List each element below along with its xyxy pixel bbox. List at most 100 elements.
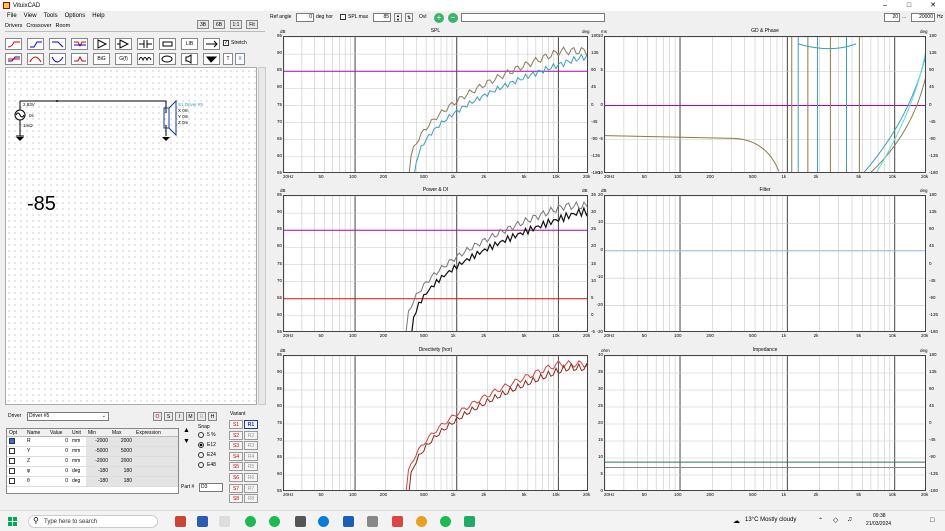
- variant-r2-button[interactable]: R2: [244, 430, 258, 440]
- freq-max-field[interactable]: 20000: [911, 13, 935, 22]
- menu-help[interactable]: Help: [92, 13, 104, 19]
- spl-graph[interactable]: [283, 36, 588, 173]
- maximize-button[interactable]: □: [897, 0, 921, 11]
- menu-options[interactable]: Options: [65, 13, 86, 19]
- cell-max[interactable]: 180: [110, 467, 134, 476]
- dir-graph[interactable]: [283, 355, 588, 491]
- close-button[interactable]: ✕: [921, 0, 945, 11]
- powerpoint-icon[interactable]: [175, 516, 186, 527]
- r-button[interactable]: R: [197, 412, 206, 421]
- table-row[interactable]: R 0 mm -2000 2000: [7, 437, 178, 447]
- cell-expression[interactable]: [134, 477, 178, 486]
- table-row[interactable]: Z 0 mm -2000 2000: [7, 457, 178, 467]
- cell-opt[interactable]: [7, 457, 25, 466]
- tab-crossover[interactable]: Crossover: [26, 23, 51, 29]
- tray-chevron-icon[interactable]: ⌃: [818, 517, 823, 524]
- store-icon[interactable]: [343, 516, 354, 527]
- part-field[interactable]: D3: [199, 483, 223, 492]
- vituixcad-taskbar-icon[interactable]: [392, 516, 403, 527]
- ground-icon[interactable]: [203, 53, 220, 65]
- move-down-icon[interactable]: ▼: [183, 438, 191, 446]
- cell-opt[interactable]: [7, 437, 25, 446]
- lowpass-icon[interactable]: [49, 38, 66, 50]
- allpass-icon[interactable]: [49, 53, 66, 65]
- cell-max[interactable]: 180: [110, 477, 134, 486]
- cell-expression[interactable]: [134, 457, 178, 466]
- variant-r7-button[interactable]: R7: [244, 483, 258, 493]
- opt-checkbox[interactable]: [9, 468, 15, 474]
- spotify-icon-3[interactable]: [440, 516, 451, 527]
- spotify-icon[interactable]: [245, 516, 256, 527]
- menu-file[interactable]: File: [7, 13, 17, 19]
- app-icon-3[interactable]: [367, 516, 378, 527]
- cell-min[interactable]: -2000: [86, 437, 110, 446]
- text-button[interactable]: T: [223, 53, 233, 65]
- table-row[interactable]: Y 0 mm -5000 5000: [7, 447, 178, 457]
- cell-max[interactable]: 2000: [110, 437, 134, 446]
- overlay-name-field[interactable]: [461, 13, 605, 22]
- splmax-checkbox[interactable]: [340, 14, 346, 20]
- buffer-icon[interactable]: [93, 38, 110, 50]
- menu-view[interactable]: View: [24, 13, 37, 19]
- app-icon-5[interactable]: [464, 516, 475, 527]
- imp-graph[interactable]: [604, 355, 926, 491]
- variant-r3-button[interactable]: R3: [244, 441, 258, 451]
- variant-r4-button[interactable]: R4: [244, 451, 258, 461]
- snap-5pct-radio[interactable]: 5 %: [198, 430, 216, 440]
- table-row[interactable]: θ 0 deg -180 180: [7, 477, 178, 487]
- snap-e12-radio[interactable]: E12: [198, 440, 216, 450]
- gd-graph[interactable]: [604, 36, 926, 173]
- opt-checkbox[interactable]: [9, 478, 15, 484]
- file-explorer-icon[interactable]: [295, 516, 306, 527]
- biquad-button[interactable]: BiG: [93, 53, 110, 65]
- menu-tools[interactable]: Tools: [44, 13, 58, 19]
- notifications-icon[interactable]: □: [930, 517, 934, 524]
- cell-value[interactable]: 0: [48, 477, 70, 486]
- move-up-icon[interactable]: ▲: [183, 427, 191, 435]
- delete-button[interactable]: X: [235, 53, 245, 65]
- gf-button[interactable]: G(f): [115, 53, 132, 65]
- word-icon[interactable]: [197, 516, 208, 527]
- variant-s8-button[interactable]: S8: [229, 494, 243, 504]
- cell-expression[interactable]: [134, 437, 178, 446]
- s-button[interactable]: S: [164, 412, 173, 421]
- capacitor-icon[interactable]: [137, 38, 154, 50]
- variant-s5-button[interactable]: S5: [229, 462, 243, 472]
- stretch-checkbox[interactable]: ✓: [223, 40, 229, 46]
- i-button[interactable]: I: [175, 412, 184, 421]
- cell-name[interactable]: Z: [25, 457, 48, 466]
- cell-name[interactable]: R: [25, 437, 48, 446]
- transformer-icon[interactable]: [159, 53, 176, 65]
- cell-min[interactable]: -180: [86, 477, 110, 486]
- variant-r5-button[interactable]: R5: [244, 462, 258, 472]
- amplifier-icon[interactable]: [115, 38, 132, 50]
- cell-opt[interactable]: [7, 467, 25, 476]
- variant-r8-button[interactable]: R8: [244, 494, 258, 504]
- highpass2-icon[interactable]: [27, 38, 44, 50]
- o-button[interactable]: O: [153, 412, 162, 421]
- cell-max[interactable]: 5000: [110, 447, 134, 456]
- cell-max[interactable]: 2000: [110, 457, 134, 466]
- taskbar-search[interactable]: ⚲ Type here to search: [28, 515, 158, 528]
- variant-r6-button[interactable]: R6: [244, 473, 258, 482]
- tab-room[interactable]: Room: [55, 23, 70, 29]
- inductor-icon[interactable]: [137, 53, 154, 65]
- opt-checkbox[interactable]: [9, 438, 15, 444]
- app-icon-4[interactable]: [416, 516, 427, 527]
- cell-expression[interactable]: [134, 467, 178, 476]
- overlay-remove-icon[interactable]: −: [448, 13, 458, 23]
- driver-select[interactable]: Driver #5 ⌄: [27, 412, 109, 421]
- cell-name[interactable]: θ: [25, 477, 48, 486]
- cell-unit[interactable]: mm: [70, 457, 86, 466]
- h-button[interactable]: H: [208, 412, 217, 421]
- peq-icon[interactable]: [71, 53, 88, 65]
- edge-icon[interactable]: [318, 516, 329, 527]
- variant-s7-button[interactable]: S7: [229, 483, 243, 493]
- cell-unit[interactable]: mm: [70, 447, 86, 456]
- cell-unit[interactable]: deg: [70, 467, 86, 476]
- splmax-spinner[interactable]: ▲ ▼: [394, 13, 402, 22]
- library-button[interactable]: LIB: [181, 38, 198, 50]
- schematic-scrollbar[interactable]: [258, 67, 266, 405]
- variant-s4-button[interactable]: S4: [229, 451, 243, 461]
- minimize-button[interactable]: –: [873, 0, 897, 11]
